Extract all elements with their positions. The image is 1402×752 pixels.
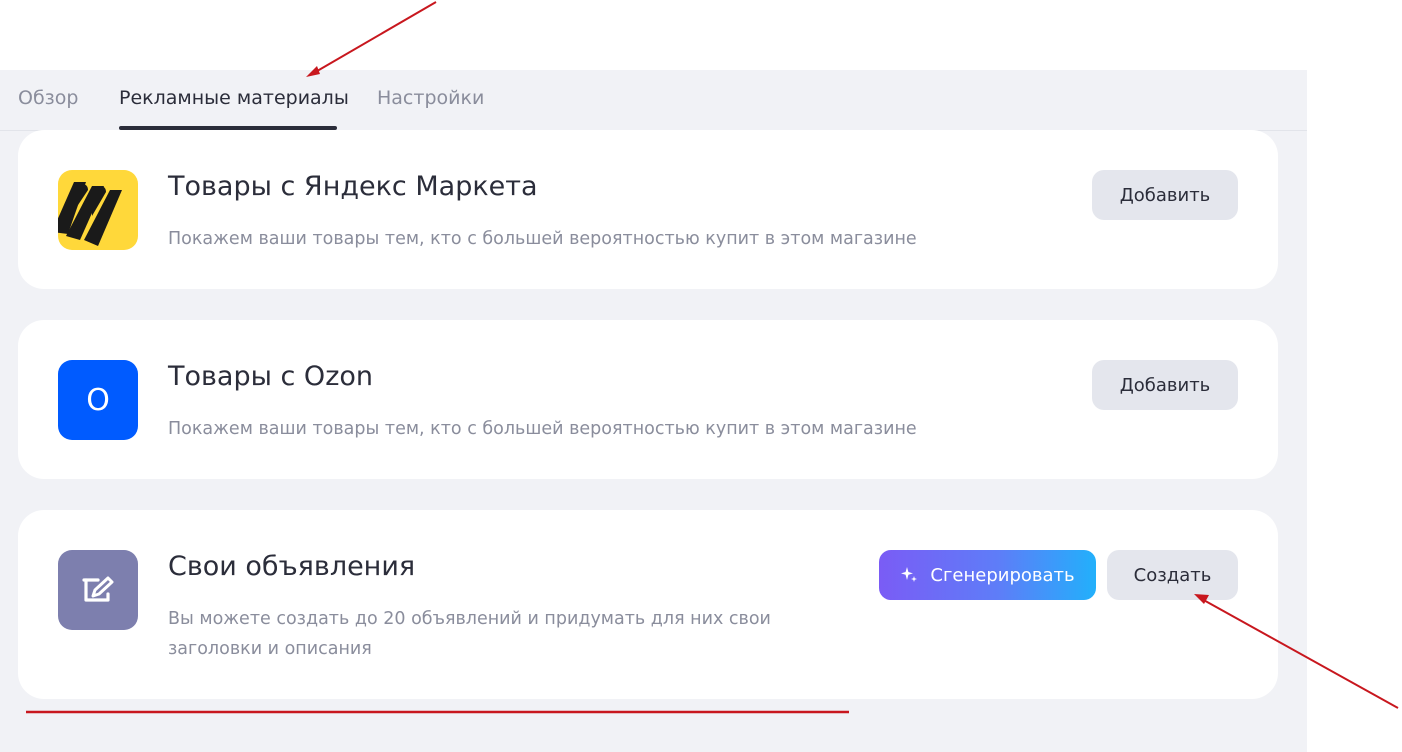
tab-overview[interactable]: Обзор bbox=[18, 87, 78, 109]
campaign-panel: Обзор Рекламные материалы Настройки Това… bbox=[0, 70, 1307, 752]
card-description-line: Вы можете создать до 20 объявлений и при… bbox=[168, 609, 771, 629]
card-description: Покажем ваши товары тем, кто с большей в… bbox=[168, 229, 917, 249]
card-description: Вы можете создать до 20 объявлений и при… bbox=[168, 604, 771, 664]
card-yandex-market: Товары с Яндекс Маркета Покажем ваши тов… bbox=[18, 130, 1278, 289]
generate-button[interactable]: Сгенерировать bbox=[879, 550, 1096, 600]
add-market-products-button[interactable]: Добавить bbox=[1092, 170, 1238, 220]
ozon-logo-letter: O bbox=[86, 382, 110, 418]
card-description: Покажем ваши товары тем, кто с большей в… bbox=[168, 419, 917, 439]
card-own-ads: Свои объявления Вы можете создать до 20 … bbox=[18, 510, 1278, 699]
create-ad-button[interactable]: Создать bbox=[1107, 550, 1238, 600]
edit-ad-icon bbox=[58, 550, 138, 630]
card-title: Товары с Яндекс Маркета bbox=[168, 171, 538, 202]
card-title: Товары с Ozon bbox=[168, 361, 373, 392]
tab-settings[interactable]: Настройки bbox=[377, 87, 484, 109]
annotation-arrow-tab bbox=[306, 1, 437, 77]
yandex-market-logo-icon bbox=[58, 170, 138, 250]
card-ozon: O Товары с Ozon Покажем ваши товары тем,… bbox=[18, 320, 1278, 479]
card-title: Свои объявления bbox=[168, 551, 416, 582]
ozon-logo-icon: O bbox=[58, 360, 138, 440]
card-description-line: заголовки и описания bbox=[168, 639, 372, 659]
sparkle-icon bbox=[900, 566, 918, 584]
tab-ad-materials[interactable]: Рекламные материалы bbox=[119, 87, 349, 109]
generate-button-label: Сгенерировать bbox=[930, 564, 1075, 586]
add-ozon-products-button[interactable]: Добавить bbox=[1092, 360, 1238, 410]
tab-bar: Обзор Рекламные материалы Настройки bbox=[0, 70, 1307, 131]
